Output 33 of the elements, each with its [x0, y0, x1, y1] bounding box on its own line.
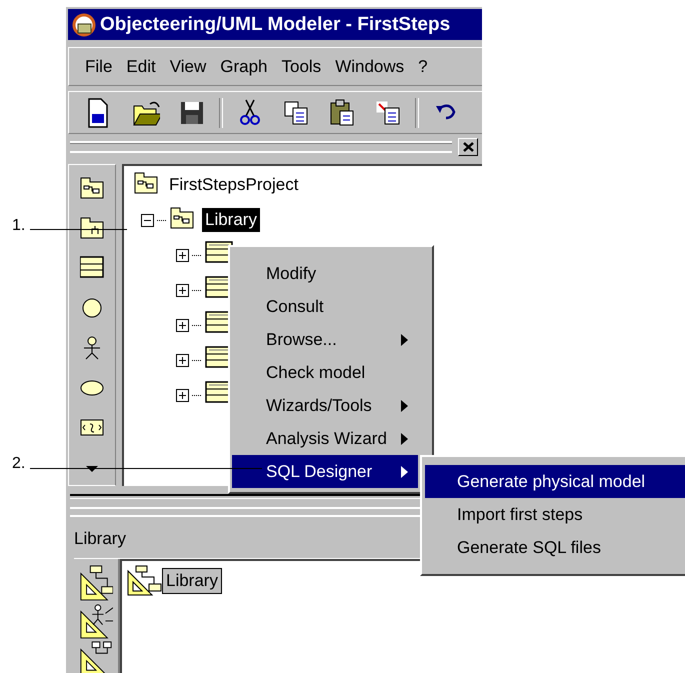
window-title: Objecteering/UML Modeler - FirstSteps: [100, 14, 450, 36]
callout-number: 2.: [12, 455, 26, 473]
class-icon[interactable]: [80, 256, 104, 280]
menu-item[interactable]: File: [85, 56, 112, 77]
paste-icon[interactable]: [328, 98, 356, 128]
class-diagram-icon: [126, 565, 162, 597]
tree-item[interactable]: Library: [202, 208, 260, 232]
expand-icon[interactable]: [176, 388, 189, 402]
expand-icon[interactable]: [176, 354, 189, 367]
expand-icon[interactable]: [176, 284, 189, 297]
grip-handle[interactable]: [70, 140, 452, 153]
circle-icon[interactable]: [80, 296, 104, 320]
expand-icon[interactable]: [176, 248, 189, 262]
expand-icon[interactable]: [176, 318, 189, 332]
class-diagram-icon[interactable]: [79, 563, 113, 601]
diagram-item[interactable]: Library: [162, 568, 222, 594]
menu-item[interactable]: View: [170, 56, 206, 77]
package-icon[interactable]: [80, 176, 104, 200]
menu-item[interactable]: ?: [418, 56, 428, 77]
tree-item[interactable]: FirstStepsProject: [166, 173, 302, 198]
collapse-icon[interactable]: [141, 214, 154, 227]
menu-item[interactable]: SQL Designer: [232, 455, 418, 488]
menu-item[interactable]: Edit: [126, 56, 156, 77]
menu-item[interactable]: Graph: [220, 56, 268, 77]
close-icon[interactable]: [462, 142, 474, 152]
close-button[interactable]: [458, 138, 478, 156]
folder-icon[interactable]: [80, 216, 104, 240]
menu-item[interactable]: Tools: [282, 56, 322, 77]
callout-number: 1.: [12, 217, 26, 235]
menu-item[interactable]: Windows: [335, 56, 404, 77]
app-icon: [72, 12, 96, 37]
menu-item[interactable]: Generate physical model: [425, 465, 685, 498]
deployment-diagram-icon[interactable]: [79, 639, 113, 673]
